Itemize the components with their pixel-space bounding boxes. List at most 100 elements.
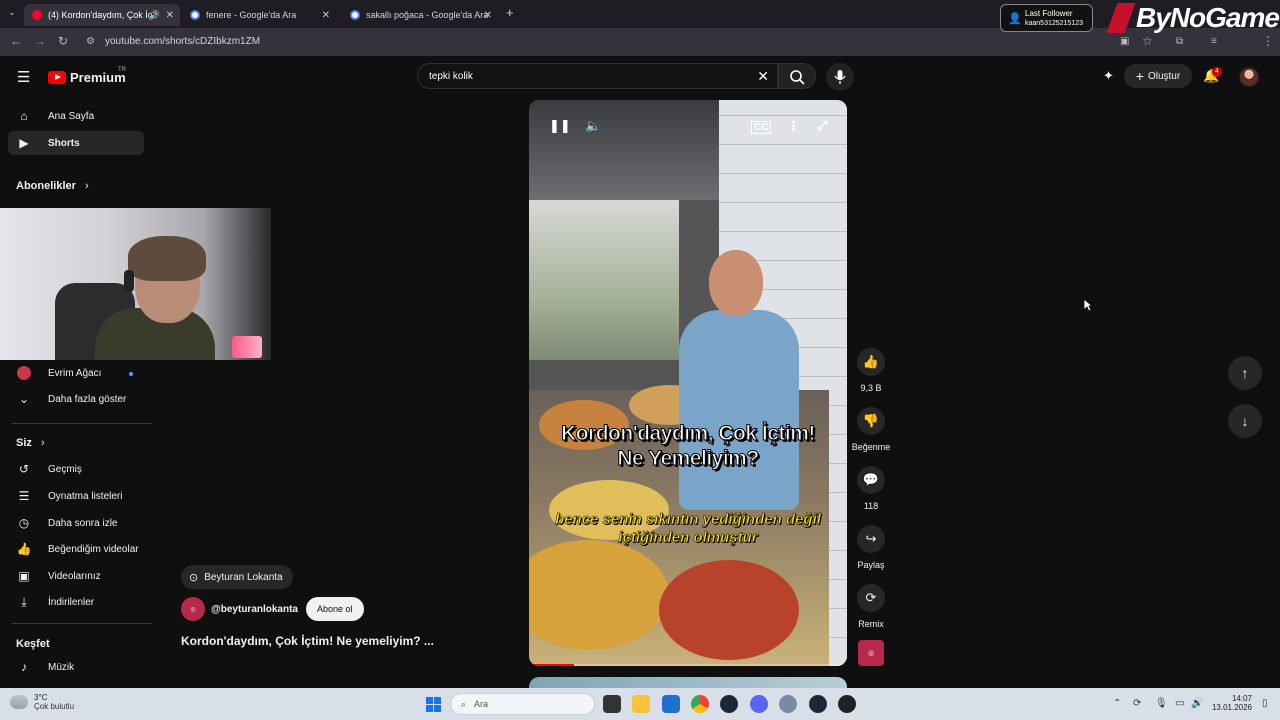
new-tab-plus-icon[interactable]: + — [506, 5, 514, 20]
fullscreen-icon[interactable]: ⤢ — [817, 118, 827, 134]
chevron-right-icon: › — [40, 437, 45, 449]
sidebar-item-liked[interactable]: 👍 Beğendiğim videolar — [8, 537, 144, 561]
clock-date: 13.01.2026 — [1211, 703, 1252, 712]
caption-line: Kordon'daydım, Çok İçtim! — [561, 422, 816, 446]
settings-icon[interactable] — [779, 695, 797, 713]
dislike-action[interactable]: 👎 Beğenme — [851, 407, 891, 452]
channel-thumbnail-icon[interactable]: ◎ — [858, 640, 884, 666]
site-settings-icon[interactable]: ⚙ — [86, 36, 95, 47]
tray-mic-icon[interactable]: 🎙 — [1155, 698, 1168, 709]
taskbar-clock[interactable]: 14:07 13.01.2026 — [1210, 694, 1252, 712]
clear-search-icon[interactable]: ✕ — [757, 68, 769, 85]
remix-action[interactable]: ⟳ Remix — [851, 584, 891, 629]
windows-start-icon[interactable] — [426, 697, 441, 712]
tray-chevron-icon[interactable]: ⌃ — [1113, 698, 1121, 709]
steam-icon[interactable] — [720, 695, 738, 713]
avatar[interactable] — [1239, 67, 1259, 87]
tray-network-icon[interactable]: ▭ — [1175, 698, 1184, 709]
reload-icon[interactable]: ↻ — [58, 34, 68, 48]
back-arrow-icon[interactable]: ← — [10, 34, 22, 48]
notification-center-icon[interactable]: ▯ — [1262, 698, 1268, 709]
obs-icon[interactable] — [838, 695, 856, 713]
thumbs-down-icon[interactable]: 👎 — [857, 407, 885, 435]
store-icon[interactable] — [662, 695, 680, 713]
task-view-icon[interactable] — [603, 695, 621, 713]
next-short-button[interactable]: ↓ — [1228, 404, 1262, 438]
sidebar-item-music[interactable]: ♪ Müzik — [8, 655, 144, 679]
more-options-icon[interactable]: ⋮ — [787, 118, 800, 134]
channel-avatar[interactable]: ◎ — [181, 597, 205, 621]
plus-icon: + — [1135, 68, 1144, 84]
share-icon[interactable]: ↪ — [857, 525, 885, 553]
sidebar-item-shorts[interactable]: ▶ Shorts — [8, 131, 144, 155]
sidebar-item-your-videos[interactable]: ▣ Videolarınız — [8, 564, 144, 588]
create-button[interactable]: + Oluştur — [1124, 64, 1192, 88]
search-input[interactable]: tepki kolik — [429, 71, 473, 82]
subscriptions-heading[interactable]: Abonelikler › — [16, 180, 89, 192]
browser-menu-icon[interactable]: ⋮ — [1262, 34, 1274, 48]
thumbs-up-icon[interactable]: 👍 — [857, 348, 885, 376]
chrome-icon[interactable] — [691, 695, 709, 713]
tab-youtube[interactable]: (4) Kordon'daydım, Çok İçti 🔊 ✕ — [24, 4, 180, 26]
speaker-icon[interactable]: 🔊 — [149, 10, 160, 21]
pause-icon[interactable]: ❚❚ — [549, 118, 571, 134]
tray-volume-icon[interactable]: 🔊 — [1191, 698, 1203, 709]
url-field[interactable]: youtube.com/shorts/cDZIbkzm1ZM — [105, 36, 260, 47]
tray-sync-icon[interactable]: ⟳ — [1133, 698, 1141, 709]
steam-secondary-icon[interactable] — [809, 695, 827, 713]
tab-google-fenere[interactable]: fenere - Google'da Ara ✕ — [182, 4, 336, 26]
sidebar-item-evrim-agaci[interactable]: Evrim Ağacı — [8, 361, 144, 385]
youtube-favicon-icon — [32, 10, 42, 20]
youtube-header: ☰ Premium TR tepki kolik ✕ ✦ + Oluştur 🔔… — [0, 56, 1280, 98]
media-controls-icon[interactable]: ≡ — [1211, 36, 1217, 47]
sidebar-item-history[interactable]: ↺ Geçmiş — [8, 457, 144, 481]
share-label: Paylaş — [857, 560, 885, 570]
remix-icon[interactable]: ⟳ — [857, 584, 885, 612]
file-explorer-icon[interactable] — [632, 695, 650, 713]
video-progress-bar[interactable] — [529, 664, 847, 666]
create-label: Oluştur — [1147, 70, 1181, 82]
next-short-preview[interactable] — [529, 677, 847, 688]
search-button[interactable] — [778, 63, 816, 89]
gemini-spark-icon[interactable]: ✦ — [1103, 68, 1114, 84]
chevron-down-icon: ⌄ — [18, 392, 30, 406]
tab-close-icon[interactable]: ✕ — [322, 10, 330, 21]
video-title[interactable]: Kordon'daydım, Çok İçtim! Ne yemeliyim? … — [181, 634, 434, 648]
tab-menu-chevron-icon[interactable]: ⌄ — [8, 7, 16, 18]
you-heading[interactable]: Siz › — [16, 437, 45, 449]
sidebar-item-playlists[interactable]: ☰ Oynatma listeleri — [8, 484, 144, 508]
tab-google-pogaca[interactable]: sakallı poğaca - Google'da Ara ✕ — [342, 4, 498, 26]
youtube-logo[interactable]: Premium TR — [48, 67, 126, 85]
comments-action[interactable]: 💬 118 — [851, 466, 891, 511]
like-action[interactable]: 👍 9,3 B — [851, 348, 891, 393]
channel-handle[interactable]: @beyturanlokanta — [211, 604, 298, 615]
comment-icon[interactable]: 💬 — [857, 466, 885, 494]
discord-icon[interactable] — [750, 695, 768, 713]
voice-search-button[interactable] — [826, 63, 854, 91]
last-follower-overlay: 👤 Last Follower kaan53125215123 — [1000, 4, 1093, 32]
bookmark-star-icon[interactable]: ☆ — [1142, 34, 1153, 48]
sidebar-item-downloads[interactable]: ⤓ İndirilenler — [8, 590, 144, 614]
shorts-video-player[interactable]: ❚❚ 🔈 CC ⋮ ⤢ Kordon'daydım, Çok İçtim! Ne… — [529, 100, 847, 666]
taskbar-search[interactable]: ⌕ Ara — [450, 693, 595, 715]
tab-close-icon[interactable]: ✕ — [484, 10, 492, 21]
location-chip[interactable]: ⊙ Beyturan Lokanta — [181, 565, 293, 589]
sidebar-item-watch-later[interactable]: ◷ Daha sonra izle — [8, 511, 144, 535]
tab-close-icon[interactable]: ✕ — [166, 10, 174, 21]
previous-short-button[interactable]: ↑ — [1228, 356, 1262, 390]
install-app-icon[interactable]: ▣ — [1120, 36, 1129, 47]
captions-icon[interactable]: CC — [751, 121, 772, 134]
search-box[interactable]: tepki kolik ✕ — [417, 63, 778, 89]
extensions-icon[interactable]: ⧉ — [1176, 36, 1183, 47]
hamburger-menu-icon[interactable]: ☰ — [17, 68, 30, 86]
weather-widget[interactable]: 3°C Çok bulutlu — [10, 693, 74, 711]
like-count: 9,3 B — [860, 383, 882, 393]
sidebar-item-label: Ana Sayfa — [48, 110, 95, 122]
volume-icon[interactable]: 🔈 — [585, 118, 601, 134]
sidebar-item-home[interactable]: ⌂ Ana Sayfa — [8, 104, 144, 128]
sidebar-item-show-more[interactable]: ⌄ Daha fazla göster — [8, 387, 144, 411]
forward-arrow-icon[interactable]: → — [34, 34, 46, 48]
microphone-icon — [834, 70, 846, 84]
subscribe-button[interactable]: Abone ol — [306, 597, 364, 621]
share-action[interactable]: ↪ Paylaş — [851, 525, 891, 570]
